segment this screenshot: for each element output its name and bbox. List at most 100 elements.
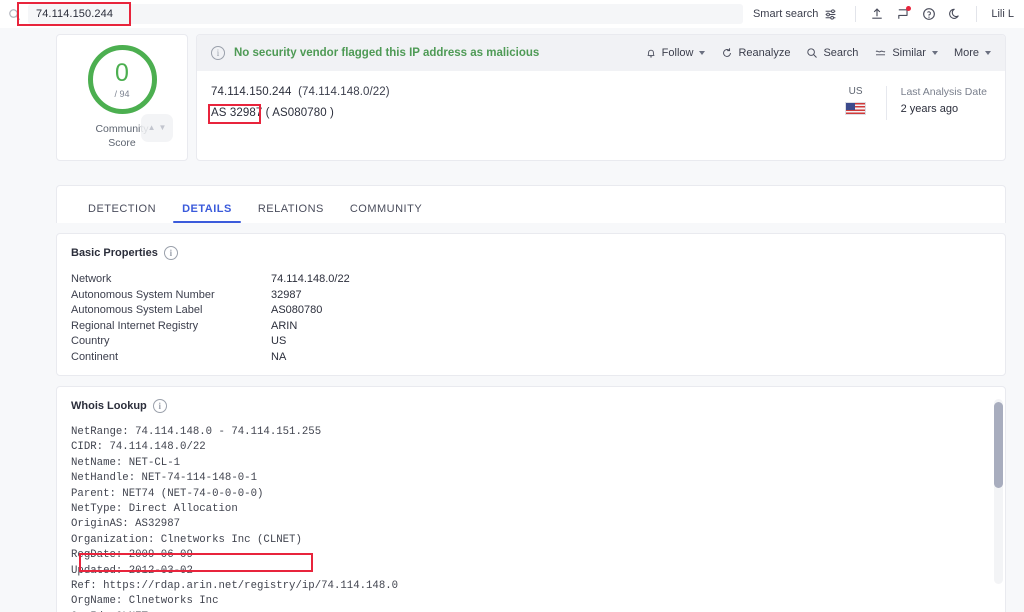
search-input[interactable]: 74.114.150.244 — [28, 4, 743, 24]
community-score-label-line2: Score — [108, 137, 135, 149]
action-buttons: Follow Reanalyze — [645, 47, 991, 59]
table-row: Continent NA — [71, 350, 991, 366]
summary-row: 0 / 94 Community Score ▲ ▼ i No security… — [0, 34, 1024, 161]
basic-properties-list: Network 74.114.148.0/22 Autonomous Syste… — [71, 272, 991, 365]
help-circle-icon[interactable] — [916, 3, 942, 25]
last-analysis-label: Last Analysis Date — [901, 86, 987, 98]
reanalyze-button[interactable]: Reanalyze — [721, 47, 790, 59]
notification-badge — [906, 6, 911, 11]
as-label-value: ( AS080780 ) — [266, 107, 334, 119]
ip-network-value: (74.114.148.0/22) — [298, 86, 390, 98]
search-input-value: 74.114.150.244 — [36, 8, 113, 20]
details-content: Basic Properties i Network 74.114.148.0/… — [56, 223, 1006, 612]
table-row: Autonomous System Number 32987 — [71, 288, 991, 304]
table-row: Network 74.114.148.0/22 — [71, 272, 991, 288]
filter-sliders-icon — [824, 8, 837, 21]
property-value: ARIN — [271, 319, 297, 335]
tab-bar: DETECTION DETAILS RELATIONS COMMUNITY — [56, 185, 1006, 223]
community-score-card: 0 / 94 Community Score ▲ ▼ — [56, 34, 188, 161]
country-block: US — [830, 86, 882, 115]
vote-up-icon[interactable]: ▲ — [148, 124, 156, 132]
us-flag-icon — [845, 102, 866, 115]
property-key: Autonomous System Label — [71, 303, 271, 319]
community-score-ring: 0 / 94 — [88, 45, 157, 114]
table-row: Country US — [71, 334, 991, 350]
ip-meta-right: US Last Analysis Date 2 years ago — [830, 85, 991, 120]
ip-identity-text: 74.114.150.244 (74.114.148.0/22) AS 3298… — [211, 85, 830, 119]
last-analysis-block: Last Analysis Date 2 years ago — [901, 86, 987, 115]
user-divider — [976, 6, 977, 22]
meta-divider — [886, 86, 887, 120]
property-value: 74.114.148.0/22 — [271, 272, 350, 288]
verdict-message: No security vendor flagged this IP addre… — [234, 47, 539, 59]
last-analysis-value: 2 years ago — [901, 103, 987, 115]
chevron-down-icon — [699, 51, 705, 55]
community-score-total: / 94 — [114, 89, 129, 99]
dark-mode-moon-icon[interactable] — [942, 3, 968, 25]
basic-properties-title: Basic Properties — [71, 247, 158, 259]
country-code-label: US — [849, 86, 863, 97]
toolbar-divider — [855, 6, 856, 22]
follow-label: Follow — [662, 47, 694, 59]
notifications-flag-icon[interactable] — [890, 3, 916, 25]
whois-title-row: Whois Lookup i — [71, 399, 991, 413]
smart-search-label: Smart search — [753, 8, 818, 20]
ip-detail-card: i No security vendor flagged this IP add… — [196, 34, 1006, 161]
tab-details[interactable]: DETAILS — [169, 203, 245, 223]
search-icon — [8, 8, 21, 21]
vote-widget[interactable]: ▲ ▼ — [141, 114, 173, 142]
whois-title: Whois Lookup — [71, 400, 147, 412]
chevron-down-icon — [985, 51, 991, 55]
bell-icon — [645, 47, 657, 59]
asn-line: AS 32987 ( AS080780 ) — [211, 107, 830, 119]
ip-identity-section: 74.114.150.244 (74.114.148.0/22) AS 3298… — [197, 71, 1005, 160]
basic-properties-title-row: Basic Properties i — [71, 246, 991, 260]
whois-text: NetRange: 74.114.148.0 - 74.114.151.255 … — [71, 425, 977, 612]
search-label: Search — [823, 47, 858, 59]
verdict-banner: i No security vendor flagged this IP add… — [197, 35, 1005, 71]
whois-scrollbar-thumb[interactable] — [994, 402, 1003, 488]
property-value: US — [271, 334, 286, 350]
tab-relations[interactable]: RELATIONS — [245, 203, 337, 223]
property-key: Continent — [71, 350, 271, 366]
basic-properties-panel: Basic Properties i Network 74.114.148.0/… — [56, 233, 1006, 376]
property-value: AS080780 — [271, 303, 322, 319]
info-circle-icon: i — [211, 46, 225, 60]
search-icon — [806, 47, 818, 59]
property-key: Regional Internet Registry — [71, 319, 271, 335]
info-circle-icon[interactable]: i — [164, 246, 178, 260]
whois-scrollbar[interactable] — [994, 399, 1003, 584]
search-area: 74.114.150.244 — [8, 4, 743, 24]
more-label: More — [954, 47, 979, 59]
similar-waves-icon — [874, 47, 887, 59]
whois-lookup-panel: Whois Lookup i NetRange: 74.114.148.0 - … — [56, 386, 1006, 612]
page-body: 0 / 94 Community Score ▲ ▼ i No security… — [0, 28, 1024, 612]
similar-button[interactable]: Similar — [874, 47, 938, 59]
table-row: Regional Internet Registry ARIN — [71, 319, 991, 335]
top-bar-actions: Smart search — [743, 3, 1014, 25]
tab-community[interactable]: COMMUNITY — [337, 203, 435, 223]
whois-scroll-area[interactable]: NetRange: 74.114.148.0 - 74.114.151.255 … — [71, 425, 991, 612]
chevron-down-icon — [932, 51, 938, 55]
verdict-message-group: i No security vendor flagged this IP add… — [211, 46, 645, 60]
asn-value[interactable]: AS 32987 — [211, 107, 262, 119]
ip-address-line: 74.114.150.244 (74.114.148.0/22) — [211, 86, 830, 98]
property-key: Country — [71, 334, 271, 350]
reanalyze-label: Reanalyze — [738, 47, 790, 59]
similar-label: Similar — [892, 47, 926, 59]
property-key: Autonomous System Number — [71, 288, 271, 304]
upload-icon[interactable] — [864, 3, 890, 25]
more-button[interactable]: More — [954, 47, 991, 59]
vote-down-icon[interactable]: ▼ — [159, 124, 167, 132]
search-button[interactable]: Search — [806, 47, 858, 59]
community-score-value: 0 — [115, 61, 129, 86]
property-value: NA — [271, 350, 286, 366]
tab-detection[interactable]: DETECTION — [75, 203, 169, 223]
table-row: Autonomous System Label AS080780 — [71, 303, 991, 319]
refresh-icon — [721, 47, 733, 59]
smart-search-button[interactable]: Smart search — [753, 8, 847, 21]
property-key: Network — [71, 272, 271, 288]
info-circle-icon[interactable]: i — [153, 399, 167, 413]
follow-button[interactable]: Follow — [645, 47, 706, 59]
user-name-label[interactable]: Lili L — [985, 8, 1014, 20]
